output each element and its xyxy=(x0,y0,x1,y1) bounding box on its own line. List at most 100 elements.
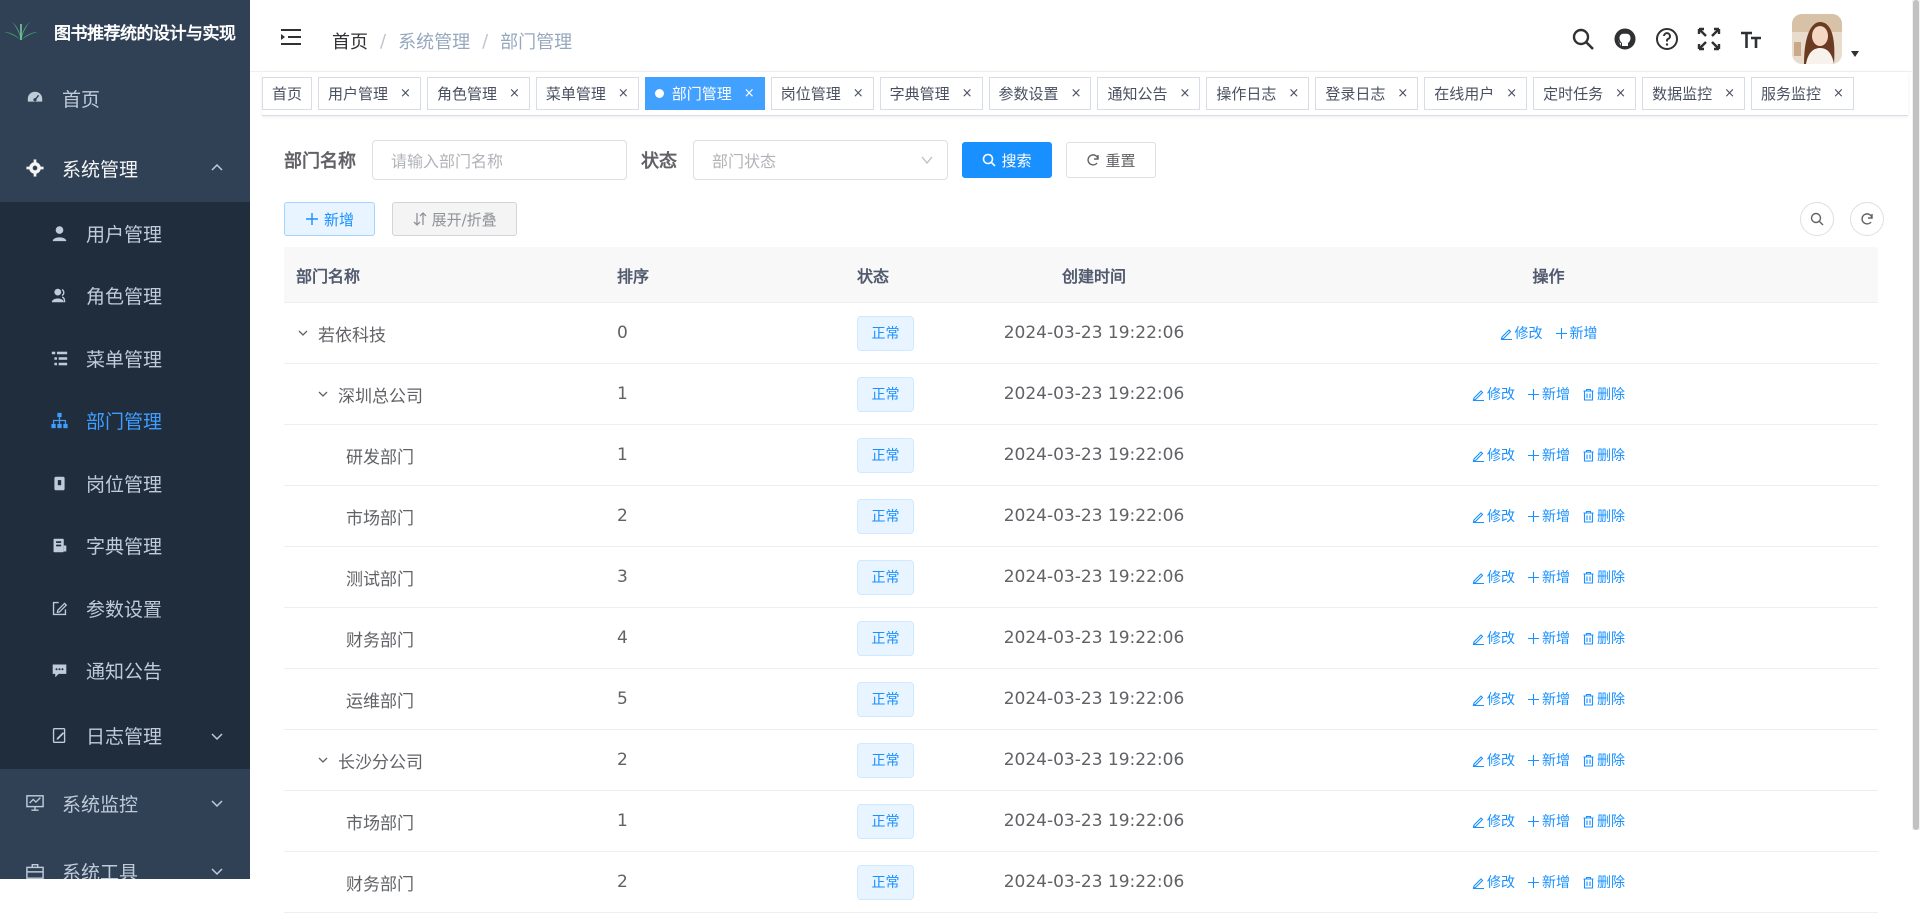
close-icon[interactable]: × xyxy=(1833,86,1844,101)
status-select[interactable]: 部门状态 xyxy=(693,140,948,180)
help-icon[interactable] xyxy=(1654,26,1680,52)
reset-button[interactable]: 重置 xyxy=(1066,142,1156,178)
breadcrumb-home[interactable]: 首页 xyxy=(332,28,368,54)
chevron-down-icon[interactable] xyxy=(316,387,330,401)
table-row[interactable]: 运维部门 5 正常 2024-03-23 19:22:06 修改 新增 删除 xyxy=(284,669,1878,730)
sidebar-item-notice[interactable]: 通知公告 xyxy=(0,640,250,703)
page-scrollbar[interactable] xyxy=(1912,0,1920,830)
chevron-down-icon[interactable] xyxy=(296,326,310,340)
github-icon[interactable] xyxy=(1612,26,1638,52)
close-icon[interactable]: × xyxy=(1071,86,1082,101)
sidebar-item-menus[interactable]: 菜单管理 xyxy=(0,327,250,390)
chevron-down-icon[interactable] xyxy=(316,753,330,767)
expand-collapse-button[interactable]: 展开/折叠 xyxy=(392,202,518,236)
table-row[interactable]: 财务部门 4 正常 2024-03-23 19:22:06 修改 新增 删除 xyxy=(284,608,1878,669)
close-icon[interactable]: × xyxy=(618,86,629,101)
sidebar-item-roles[interactable]: 角色管理 xyxy=(0,265,250,328)
sidebar-item-dict[interactable]: 字典管理 xyxy=(0,515,250,578)
table-row[interactable]: 测试部门 3 正常 2024-03-23 19:22:06 修改 新增 删除 xyxy=(284,547,1878,608)
delete-link[interactable]: 删除 xyxy=(1582,628,1625,648)
add-child-link[interactable]: 新增 xyxy=(1527,567,1570,587)
table-row[interactable]: 市场部门 1 正常 2024-03-23 19:22:06 修改 新增 删除 xyxy=(284,791,1878,852)
edit-link[interactable]: 修改 xyxy=(1472,506,1515,526)
delete-link[interactable]: 删除 xyxy=(1582,872,1625,892)
tag-operlog[interactable]: 操作日志 × xyxy=(1206,77,1310,110)
sidebar-item-posts[interactable]: 岗位管理 xyxy=(0,452,250,515)
fullscreen-icon[interactable] xyxy=(1696,26,1722,52)
edit-link[interactable]: 修改 xyxy=(1472,628,1515,648)
add-child-link[interactable]: 新增 xyxy=(1527,750,1570,770)
edit-link[interactable]: 修改 xyxy=(1472,689,1515,709)
close-icon[interactable]: × xyxy=(1288,86,1299,101)
add-child-link[interactable]: 新增 xyxy=(1527,506,1570,526)
search-icon[interactable] xyxy=(1570,26,1596,52)
add-child-link[interactable]: 新增 xyxy=(1527,872,1570,892)
tag-job[interactable]: 定时任务 × xyxy=(1533,77,1637,110)
sidebar-item-home[interactable]: 首页 xyxy=(0,62,250,134)
tag-logininfor[interactable]: 登录日志 × xyxy=(1315,77,1419,110)
sidebar-item-users[interactable]: 用户管理 xyxy=(0,202,250,265)
close-icon[interactable]: × xyxy=(1506,86,1517,101)
add-child-link[interactable]: 新增 xyxy=(1555,323,1598,343)
edit-link[interactable]: 修改 xyxy=(1472,567,1515,587)
table-row[interactable]: 若依科技 0 正常 2024-03-23 19:22:06 修改 新增 xyxy=(284,303,1878,364)
avatar[interactable] xyxy=(1792,14,1842,64)
edit-link[interactable]: 修改 xyxy=(1472,811,1515,831)
table-row[interactable]: 财务部门 2 正常 2024-03-23 19:22:06 修改 新增 删除 xyxy=(284,852,1878,913)
dept-name-input[interactable]: 请输入部门名称 xyxy=(372,140,627,180)
tag-notice[interactable]: 通知公告 × xyxy=(1097,77,1201,110)
close-icon[interactable]: × xyxy=(1724,86,1735,101)
tag-online[interactable]: 在线用户 × xyxy=(1424,77,1528,110)
delete-link[interactable]: 删除 xyxy=(1582,689,1625,709)
sidebar-item-monitor[interactable]: 系统监控 xyxy=(0,769,250,837)
add-child-link[interactable]: 新增 xyxy=(1527,445,1570,465)
table-row[interactable]: 长沙分公司 2 正常 2024-03-23 19:22:06 修改 新增 删除 xyxy=(284,730,1878,791)
scrollbar-thumb[interactable] xyxy=(1913,0,1919,830)
tag-server[interactable]: 服务监控 × xyxy=(1751,77,1854,110)
tag-druid[interactable]: 数据监控 × xyxy=(1642,77,1745,110)
close-icon[interactable]: × xyxy=(400,86,411,101)
delete-link[interactable]: 删除 xyxy=(1582,811,1625,831)
hamburger-icon[interactable] xyxy=(280,27,302,47)
sidebar-item-logs[interactable]: 日志管理 xyxy=(0,702,250,769)
tag-depts[interactable]: 部门管理 × xyxy=(644,77,765,110)
delete-link[interactable]: 删除 xyxy=(1582,445,1625,465)
sidebar-item-depts[interactable]: 部门管理 xyxy=(0,390,250,453)
tag-users[interactable]: 用户管理 × xyxy=(318,77,421,110)
toggle-search-button[interactable] xyxy=(1800,202,1834,236)
close-icon[interactable]: × xyxy=(509,86,520,101)
add-child-link[interactable]: 新增 xyxy=(1527,384,1570,404)
close-icon[interactable]: × xyxy=(744,86,755,101)
close-icon[interactable]: × xyxy=(962,86,973,101)
delete-link[interactable]: 删除 xyxy=(1582,384,1625,404)
delete-link[interactable]: 删除 xyxy=(1582,506,1625,526)
edit-link[interactable]: 修改 xyxy=(1472,872,1515,892)
refresh-table-button[interactable] xyxy=(1850,202,1884,236)
close-icon[interactable]: × xyxy=(853,86,864,101)
delete-link[interactable]: 删除 xyxy=(1582,750,1625,770)
tag-posts[interactable]: 岗位管理 × xyxy=(770,77,874,110)
font-size-icon[interactable] xyxy=(1738,26,1764,52)
table-row[interactable]: 深圳总公司 1 正常 2024-03-23 19:22:06 修改 新增 删除 xyxy=(284,364,1878,425)
search-button[interactable]: 搜索 xyxy=(962,142,1052,178)
tag-roles[interactable]: 角色管理 × xyxy=(426,77,530,110)
caret-down-icon[interactable] xyxy=(1850,50,1860,58)
tag-config[interactable]: 参数设置 × xyxy=(988,77,1092,110)
edit-link[interactable]: 修改 xyxy=(1500,323,1543,343)
sidebar-item-system[interactable]: 系统管理 xyxy=(0,134,250,202)
add-child-link[interactable]: 新增 xyxy=(1527,811,1570,831)
tag-home[interactable]: 首页 xyxy=(262,77,313,110)
table-row[interactable]: 研发部门 1 正常 2024-03-23 19:22:06 修改 新增 删除 xyxy=(284,425,1878,486)
table-row[interactable]: 市场部门 2 正常 2024-03-23 19:22:06 修改 新增 删除 xyxy=(284,486,1878,547)
edit-link[interactable]: 修改 xyxy=(1472,384,1515,404)
sidebar-item-tools[interactable]: 系统工具 xyxy=(0,837,250,879)
add-child-link[interactable]: 新增 xyxy=(1527,689,1570,709)
edit-link[interactable]: 修改 xyxy=(1472,750,1515,770)
close-icon[interactable]: × xyxy=(1397,86,1408,101)
delete-link[interactable]: 删除 xyxy=(1582,567,1625,587)
sidebar-item-config[interactable]: 参数设置 xyxy=(0,577,250,640)
close-icon[interactable]: × xyxy=(1179,86,1190,101)
tag-menus[interactable]: 菜单管理 × xyxy=(535,77,639,110)
tag-dict[interactable]: 字典管理 × xyxy=(879,77,983,110)
close-icon[interactable]: × xyxy=(1615,86,1626,101)
